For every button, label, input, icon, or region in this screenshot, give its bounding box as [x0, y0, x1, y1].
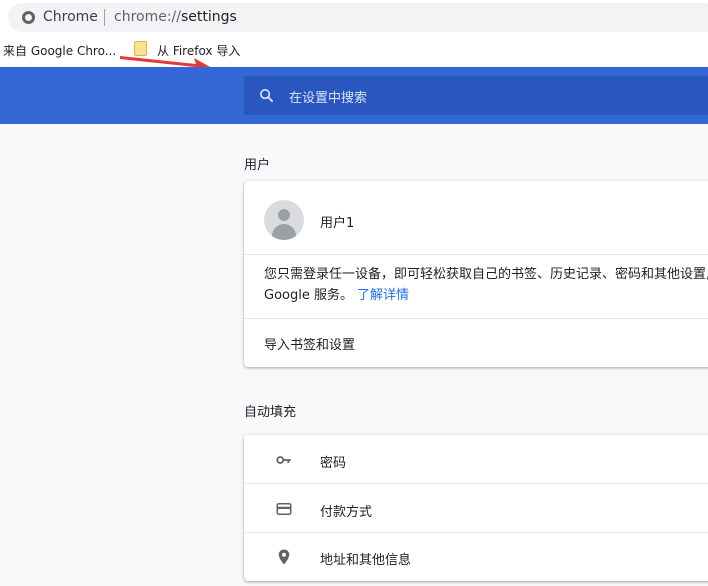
search-placeholder: 在设置中搜索	[289, 91, 368, 106]
avatar[interactable]	[264, 200, 304, 240]
bookmark-google-chrome[interactable]: 来自 Google Chro...	[3, 42, 116, 59]
search-icon	[259, 88, 274, 103]
user-name[interactable]: 用户1	[320, 212, 354, 231]
autofill-label-addresses: 地址和其他信息	[320, 553, 412, 568]
autofill-label-payments: 付款方式	[320, 505, 373, 520]
bookmarks-bar: 来自 Google Chro... 从 Firefox 导入	[0, 36, 708, 67]
omnibox[interactable]: Chrome chrome://settings	[8, 3, 708, 32]
people-card: 用户1 您只需登录任一设备，即可轻松获取自己的书签、历史记录、密码和其他设置, …	[244, 181, 708, 367]
avatar-head	[278, 209, 290, 221]
section-title-people: 用户	[244, 158, 271, 173]
omnibox-separator	[104, 9, 105, 26]
divider	[244, 254, 708, 255]
sync-description-line2: Google 服务。 了解详情	[264, 285, 708, 306]
address-bar-strip: Chrome chrome://settings	[0, 0, 708, 36]
autofill-card: 密码 付款方式 地址和其他信息	[244, 435, 708, 581]
autofill-label-passwords: 密码	[320, 456, 347, 471]
divider	[244, 532, 708, 533]
url-host: settings	[181, 9, 237, 25]
chrome-site-icon	[22, 11, 35, 24]
divider	[244, 483, 708, 484]
key-icon	[276, 456, 291, 464]
sync-description-line1: 您只需登录任一设备，即可轻松获取自己的书签、历史记录、密码和其他设置,	[264, 267, 708, 282]
sync-description: 您只需登录任一设备，即可轻松获取自己的书签、历史记录、密码和其他设置, Goog…	[264, 264, 708, 306]
divider	[244, 318, 708, 319]
url-text[interactable]: chrome://settings	[114, 9, 237, 25]
section-title-autofill: 自动填充	[244, 405, 297, 420]
site-name: Chrome	[43, 9, 98, 25]
import-bookmarks-row[interactable]: 导入书签和设置	[264, 334, 355, 353]
settings-header: 在设置中搜索	[0, 67, 708, 124]
url-scheme: chrome://	[114, 9, 181, 25]
credit-card-icon	[276, 503, 292, 515]
location-pin-icon	[278, 549, 290, 565]
settings-search-field[interactable]: 在设置中搜索	[244, 76, 708, 115]
avatar-body	[272, 224, 296, 240]
sync-description-text: Google 服务。	[264, 288, 353, 303]
learn-more-link[interactable]: 了解详情	[357, 288, 409, 303]
